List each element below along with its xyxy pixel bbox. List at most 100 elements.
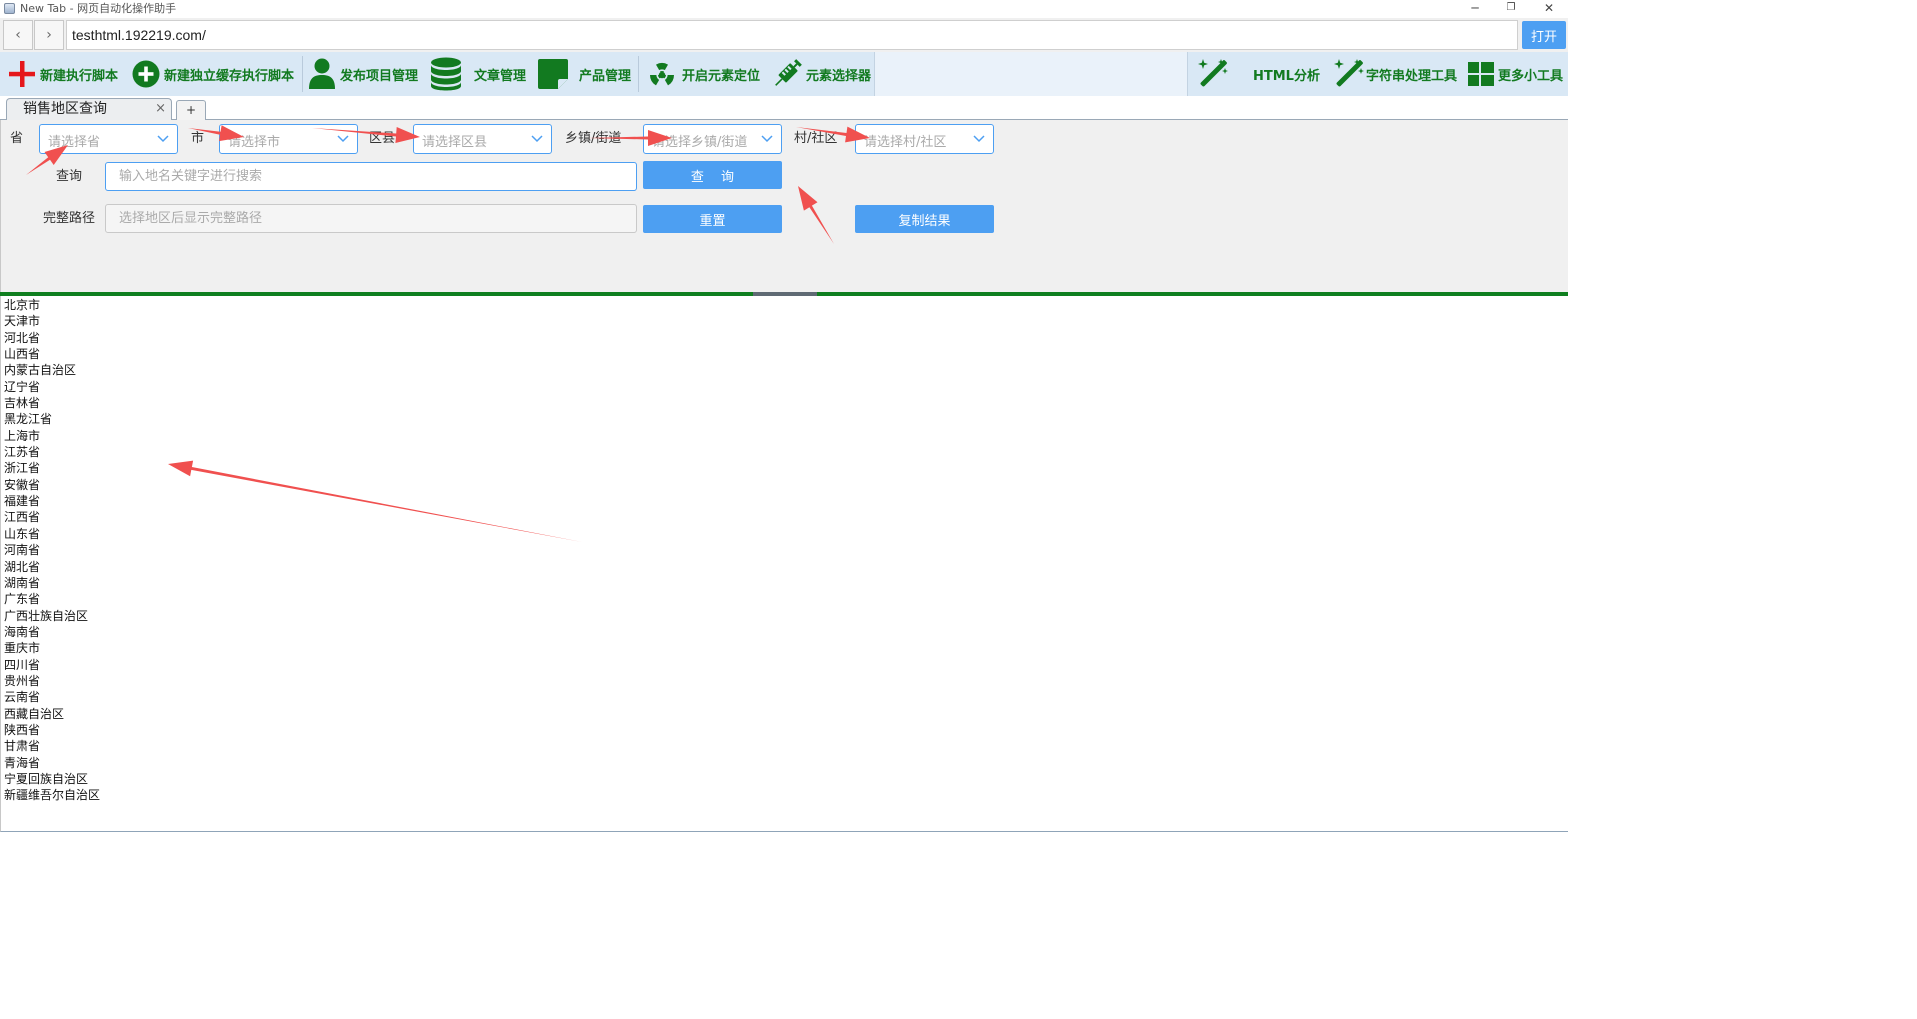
province-select[interactable]: 请选择省 bbox=[39, 124, 178, 154]
list-item[interactable]: 云南省 bbox=[4, 689, 100, 705]
village-select[interactable]: 请选择村/社区 bbox=[855, 124, 994, 154]
url-input[interactable] bbox=[66, 20, 1518, 50]
toolbar-empty-area bbox=[874, 52, 1188, 96]
full-path-field[interactable] bbox=[105, 204, 637, 233]
list-item[interactable]: 甘肃省 bbox=[4, 738, 100, 754]
region-query-form: 省 请选择省 市 请选择市 区县 请选择区县 乡镇/街道 请选择乡镇/街道 村/… bbox=[0, 120, 1568, 292]
app-window: New Tab - 网页自动化操作助手 ─ ❐ ✕ ‹ › 打开 新建执行脚本 … bbox=[0, 0, 1568, 832]
list-item[interactable]: 北京市 bbox=[4, 297, 100, 313]
toolbar-label: 文章管理 bbox=[474, 68, 527, 84]
tab-sales-region-query[interactable]: 销售地区查询 × bbox=[6, 98, 172, 120]
main-toolbar: 新建执行脚本 新建独立缓存执行脚本 发布项目管理 文章管理 产品管理 开启元素定… bbox=[0, 52, 1568, 96]
list-item[interactable]: 湖南省 bbox=[4, 575, 100, 591]
more-tools-button[interactable]: 更多小工具 bbox=[1468, 52, 1563, 96]
address-bar: ‹ › 打开 bbox=[0, 18, 1568, 52]
magic-wand-icon bbox=[1198, 59, 1228, 87]
list-item[interactable]: 江苏省 bbox=[4, 444, 100, 460]
list-item[interactable]: 上海市 bbox=[4, 428, 100, 444]
reset-button[interactable]: 重置 bbox=[643, 205, 782, 233]
list-item[interactable]: 辽宁省 bbox=[4, 379, 100, 395]
list-item[interactable]: 西藏自治区 bbox=[4, 706, 100, 722]
region-result-list: 北京市 天津市 河北省 山西省 内蒙古自治区 辽宁省 吉林省 黑龙江省 上海市 江苏省 浙江省 安徽省… bbox=[4, 297, 100, 804]
app-icon bbox=[4, 3, 15, 14]
plus-circle-icon bbox=[132, 60, 160, 88]
tab-close-icon[interactable]: × bbox=[155, 99, 166, 119]
copy-result-button[interactable]: 复制结果 bbox=[855, 205, 994, 233]
plus-icon bbox=[9, 61, 35, 87]
list-item[interactable]: 新疆维吾尔自治区 bbox=[4, 787, 100, 803]
list-item[interactable]: 重庆市 bbox=[4, 640, 100, 656]
province-placeholder: 请选择省 bbox=[48, 135, 101, 150]
list-item[interactable]: 吉林省 bbox=[4, 395, 100, 411]
grid-icon bbox=[1468, 62, 1494, 86]
minimize-button[interactable]: ─ bbox=[1458, 0, 1492, 18]
district-select[interactable]: 请选择区县 bbox=[413, 124, 552, 154]
list-item[interactable]: 山西省 bbox=[4, 346, 100, 362]
toolbar-label: 产品管理 bbox=[579, 68, 632, 84]
back-button[interactable]: ‹ bbox=[3, 20, 33, 50]
city-placeholder: 请选择市 bbox=[228, 135, 281, 150]
list-item[interactable]: 广东省 bbox=[4, 591, 100, 607]
chevron-down-icon bbox=[157, 135, 169, 143]
list-item[interactable]: 海南省 bbox=[4, 624, 100, 640]
tab-strip: 销售地区查询 × + bbox=[0, 96, 1568, 120]
list-item[interactable]: 内蒙古自治区 bbox=[4, 362, 100, 378]
city-label: 市 bbox=[191, 131, 205, 146]
list-item[interactable]: 陕西省 bbox=[4, 722, 100, 738]
open-button[interactable]: 打开 bbox=[1522, 21, 1566, 49]
keyword-search-input[interactable] bbox=[105, 162, 637, 191]
town-placeholder: 请选择乡镇/街道 bbox=[652, 135, 748, 150]
toolbar-separator bbox=[302, 56, 303, 92]
list-item[interactable]: 山东省 bbox=[4, 526, 100, 542]
list-item[interactable]: 黑龙江省 bbox=[4, 411, 100, 427]
new-script-button[interactable]: 新建执行脚本 bbox=[8, 52, 118, 96]
toolbar-label: 更多小工具 bbox=[1498, 68, 1564, 84]
toolbar-label: 新建执行脚本 bbox=[40, 68, 119, 84]
element-locate-button[interactable]: 开启元素定位 bbox=[646, 52, 760, 96]
toolbar-label: 发布项目管理 bbox=[340, 68, 419, 84]
toolbar-label: 元素选择器 bbox=[806, 68, 872, 84]
query-label: 查询 bbox=[56, 169, 83, 184]
forward-button[interactable]: › bbox=[34, 20, 64, 50]
toolbar-separator bbox=[638, 56, 639, 92]
list-item[interactable]: 宁夏回族自治区 bbox=[4, 771, 100, 787]
string-tool-button[interactable]: 字符串处理工具 bbox=[1332, 52, 1457, 96]
list-item[interactable]: 安徽省 bbox=[4, 477, 100, 493]
chevron-down-icon bbox=[973, 135, 985, 143]
chevron-down-icon bbox=[761, 135, 773, 143]
village-label: 村/社区 bbox=[794, 131, 838, 146]
chevron-down-icon bbox=[531, 135, 543, 143]
window-title: New Tab - 网页自动化操作助手 bbox=[20, 2, 177, 15]
article-management-button[interactable]: 文章管理 bbox=[430, 52, 526, 96]
list-item[interactable]: 福建省 bbox=[4, 493, 100, 509]
product-management-button[interactable]: 产品管理 bbox=[537, 52, 631, 96]
district-label: 区县 bbox=[369, 131, 396, 146]
town-label: 乡镇/街道 bbox=[565, 131, 622, 146]
result-panel: 北京市 天津市 河北省 山西省 内蒙古自治区 辽宁省 吉林省 黑龙江省 上海市 江苏省 浙江省 安徽省… bbox=[0, 296, 1568, 832]
toolbar-label: 开启元素定位 bbox=[682, 68, 761, 84]
city-select[interactable]: 请选择市 bbox=[219, 124, 358, 154]
full-path-label: 完整路径 bbox=[43, 211, 96, 226]
toolbar-label: 新建独立缓存执行脚本 bbox=[164, 68, 295, 84]
restore-button[interactable]: ❐ bbox=[1494, 0, 1528, 18]
html-analysis-button[interactable]: HTML分析 bbox=[1196, 52, 1320, 96]
query-button[interactable]: 查 询 bbox=[643, 161, 782, 189]
list-item[interactable]: 贵州省 bbox=[4, 673, 100, 689]
list-item[interactable]: 河北省 bbox=[4, 330, 100, 346]
list-item[interactable]: 河南省 bbox=[4, 542, 100, 558]
list-item[interactable]: 广西壮族自治区 bbox=[4, 608, 100, 624]
town-select[interactable]: 请选择乡镇/街道 bbox=[643, 124, 782, 154]
database-icon bbox=[431, 57, 461, 91]
toolbar-label: 字符串处理工具 bbox=[1366, 68, 1458, 84]
list-item[interactable]: 江西省 bbox=[4, 509, 100, 525]
list-item[interactable]: 四川省 bbox=[4, 657, 100, 673]
list-item[interactable]: 天津市 bbox=[4, 313, 100, 329]
add-tab-button[interactable]: + bbox=[176, 100, 206, 120]
publish-project-button[interactable]: 发布项目管理 bbox=[308, 52, 418, 96]
new-cached-script-button[interactable]: 新建独立缓存执行脚本 bbox=[132, 52, 294, 96]
element-selector-button[interactable]: 元素选择器 bbox=[772, 52, 871, 96]
list-item[interactable]: 浙江省 bbox=[4, 460, 100, 476]
list-item[interactable]: 湖北省 bbox=[4, 559, 100, 575]
close-window-button[interactable]: ✕ bbox=[1532, 0, 1566, 18]
list-item[interactable]: 青海省 bbox=[4, 755, 100, 771]
